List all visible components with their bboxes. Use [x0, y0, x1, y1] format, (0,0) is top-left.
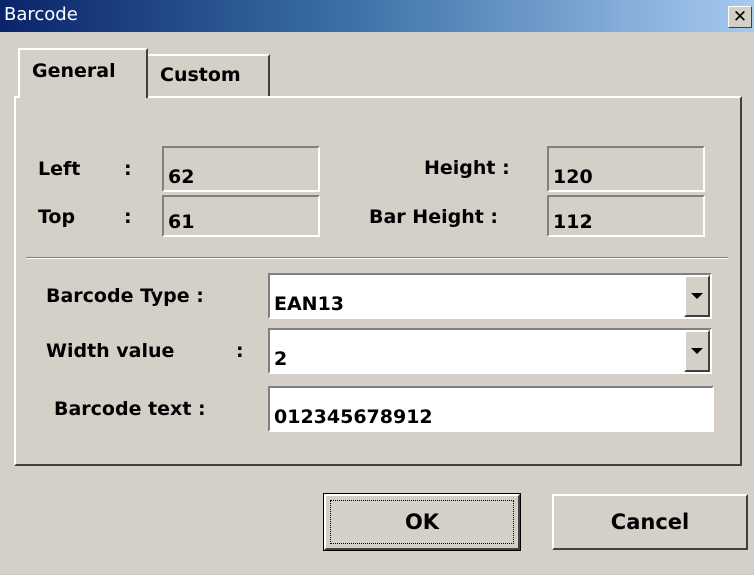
tab-custom-label: Custom: [160, 64, 241, 86]
barcode-type-select[interactable]: EAN13: [268, 273, 712, 319]
top-value: 61: [168, 211, 195, 233]
barcode-type-label: Barcode Type :: [46, 285, 204, 307]
ok-button[interactable]: OK: [323, 493, 521, 551]
width-value-label: Width value: [46, 340, 175, 362]
window-title: Barcode: [4, 4, 78, 25]
width-value-dropdown-button[interactable]: [684, 330, 710, 372]
cancel-button-label: Cancel: [610, 510, 690, 534]
tab-general-label: General: [32, 60, 116, 82]
height-value: 120: [553, 166, 593, 188]
barcode-text-input[interactable]: 012345678912: [268, 386, 714, 432]
left-value: 62: [168, 166, 195, 188]
cancel-button[interactable]: Cancel: [552, 494, 748, 550]
left-field[interactable]: 62: [162, 146, 320, 192]
left-colon: :: [124, 158, 132, 180]
left-label: Left: [38, 158, 81, 180]
section-divider: [26, 257, 728, 259]
bar-height-field[interactable]: 112: [547, 195, 705, 237]
barcode-text-value: 012345678912: [274, 406, 433, 428]
width-value-select[interactable]: 2: [268, 328, 712, 374]
title-bar[interactable]: Barcode ✕: [0, 0, 754, 32]
focus-rectangle: [330, 500, 514, 544]
width-value-value: 2: [274, 348, 288, 370]
width-value-colon: :: [236, 340, 244, 362]
top-label: Top: [38, 206, 76, 228]
tab-general[interactable]: General: [18, 48, 148, 98]
chevron-down-icon: [691, 293, 703, 299]
barcode-type-dropdown-button[interactable]: [684, 275, 710, 317]
top-colon: :: [124, 206, 132, 228]
bar-height-value: 112: [553, 211, 593, 233]
barcode-type-value: EAN13: [274, 293, 345, 315]
barcode-dialog: Barcode ✕ General Custom Left : 62 Top :…: [0, 0, 754, 575]
height-label: Height :: [424, 157, 510, 179]
barcode-text-label: Barcode text :: [54, 398, 206, 420]
tab-custom[interactable]: Custom: [148, 54, 270, 98]
close-icon: ✕: [732, 6, 748, 27]
close-button[interactable]: ✕: [728, 6, 752, 28]
bar-height-label: Bar Height :: [369, 206, 499, 228]
top-field[interactable]: 61: [162, 195, 320, 237]
chevron-down-icon: [691, 348, 703, 354]
height-field[interactable]: 120: [547, 146, 705, 192]
